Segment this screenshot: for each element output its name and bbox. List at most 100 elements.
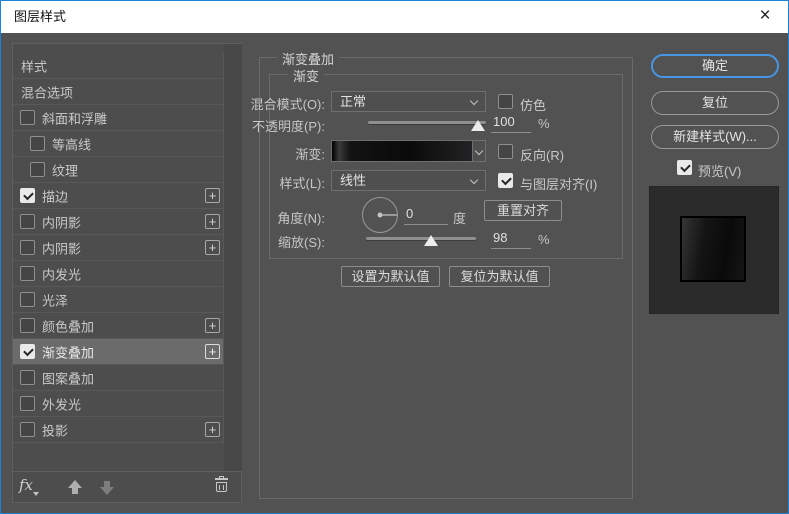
sidebar-item-label: 等高线 [52, 137, 92, 152]
close-icon: × [759, 5, 771, 26]
reset-alignment-button[interactable]: 重置对齐 [484, 200, 562, 221]
move-effect-up-button[interactable] [67, 480, 83, 495]
checkbox[interactable] [20, 318, 35, 333]
fx-menu-caret-icon [33, 492, 39, 496]
sidebar-item-label: 投影 [42, 423, 69, 438]
checkbox[interactable] [30, 136, 45, 151]
plus-icon: + [208, 240, 217, 255]
ok-button[interactable]: 确定 [651, 54, 779, 78]
checkbox[interactable] [30, 162, 45, 177]
reset-to-default-button[interactable]: 复位为默认值 [449, 266, 550, 287]
sidebar-item-label: 纹理 [52, 163, 79, 178]
gradient-picker[interactable] [331, 140, 486, 162]
sidebar-item-inner-shadow-1[interactable]: 内阴影 + [13, 209, 223, 235]
angle-label: 角度(N): [277, 211, 325, 226]
add-effect-button[interactable]: + [205, 240, 220, 255]
blend-mode-select[interactable]: 正常 [331, 91, 486, 112]
chevron-down-icon [474, 146, 484, 156]
sidebar-item-color-overlay[interactable]: 颜色叠加 + [13, 313, 223, 339]
scale-value[interactable]: 98 [491, 230, 531, 249]
sidebar-item-label: 光泽 [42, 293, 69, 308]
make-default-button[interactable]: 设置为默认值 [341, 266, 440, 287]
scale-slider[interactable] [366, 237, 476, 240]
checkbox[interactable] [20, 214, 35, 229]
sidebar-item-inner-shadow-2[interactable]: 内阴影 + [13, 235, 223, 261]
sidebar-item-label: 斜面和浮雕 [42, 111, 108, 126]
sidebar-item-label: 渐变叠加 [42, 345, 95, 360]
checkbox[interactable] [20, 396, 35, 411]
gradient-dropdown[interactable] [472, 141, 485, 161]
checkbox[interactable] [20, 292, 35, 307]
sidebar-item-gradient-overlay[interactable]: 渐变叠加 + [13, 339, 223, 365]
checkbox[interactable] [20, 110, 35, 125]
opacity-label: 不透明度(P): [252, 119, 325, 134]
reset-button[interactable]: 复位 [651, 91, 779, 115]
angle-dial[interactable] [362, 197, 398, 233]
add-effect-button[interactable]: + [205, 188, 220, 203]
checkbox[interactable] [20, 344, 35, 359]
sidebar-item-contour[interactable]: 等高线 [13, 131, 223, 157]
sidebar-item-label: 外发光 [42, 397, 82, 412]
preview-label: 预览(V) [698, 164, 742, 179]
sidebar-item-bevel-emboss[interactable]: 斜面和浮雕 [13, 105, 223, 131]
opacity-slider-thumb[interactable] [471, 120, 485, 131]
new-style-button[interactable]: 新建样式(W)... [651, 125, 779, 149]
sidebar-item-label: 内阴影 [42, 215, 82, 230]
sidebar-item-stroke[interactable]: 描边 + [13, 183, 223, 209]
delete-effect-button[interactable] [215, 476, 229, 493]
sidebar-item-blending-options[interactable]: 混合选项 [13, 79, 223, 105]
styles-list-gutter [224, 44, 242, 471]
plus-icon: + [208, 214, 217, 229]
scale-slider-thumb[interactable] [424, 235, 438, 246]
preview-checkbox[interactable] [677, 160, 692, 175]
style-label: 样式(L): [279, 176, 325, 191]
style-select[interactable]: 线性 [331, 170, 486, 191]
checkbox[interactable] [20, 240, 35, 255]
align-with-layer-label: 与图层对齐(I) [520, 177, 598, 192]
opacity-slider[interactable] [368, 121, 486, 124]
arrow-up-icon [68, 480, 82, 488]
add-effect-button[interactable]: + [205, 318, 220, 333]
opacity-unit: % [538, 116, 550, 131]
reverse-label: 反向(R) [520, 148, 565, 163]
preview-swatch [680, 216, 746, 282]
scale-label: 缩放(S): [278, 235, 325, 250]
checkbox[interactable] [20, 422, 35, 437]
checkbox[interactable] [20, 370, 35, 385]
checkbox[interactable] [20, 188, 35, 203]
sidebar-item-drop-shadow[interactable]: 投影 + [13, 417, 223, 443]
close-button[interactable]: × [742, 1, 788, 33]
move-effect-down-button[interactable] [99, 480, 115, 495]
opacity-value[interactable]: 100 [491, 114, 531, 133]
add-effect-button[interactable]: + [205, 422, 220, 437]
add-effect-button[interactable]: + [205, 344, 220, 359]
align-with-layer-checkbox[interactable] [498, 173, 513, 188]
angle-dial-dot [377, 212, 383, 218]
gradient-label: 渐变: [295, 147, 325, 162]
add-effect-button[interactable]: + [205, 214, 220, 229]
chevron-down-icon [469, 96, 479, 106]
sidebar-item-inner-glow[interactable]: 内发光 [13, 261, 223, 287]
angle-value[interactable]: 0 [404, 206, 448, 225]
sidebar-item-outer-glow[interactable]: 外发光 [13, 391, 223, 417]
trash-lid [215, 478, 228, 480]
plus-icon: + [208, 318, 217, 333]
sidebar-item-texture[interactable]: 纹理 [13, 157, 223, 183]
checkbox[interactable] [20, 266, 35, 281]
scale-unit: % [538, 232, 550, 247]
blend-mode-value: 正常 [340, 94, 367, 109]
reverse-checkbox[interactable] [498, 144, 513, 159]
plus-icon: + [208, 422, 217, 437]
titlebar: 图层样式 × [1, 1, 788, 33]
dither-checkbox[interactable] [498, 94, 513, 109]
styles-list-footer: fx [13, 471, 241, 502]
sidebar-item-label: 颜色叠加 [42, 319, 95, 334]
sidebar-item-satin[interactable]: 光泽 [13, 287, 223, 313]
sidebar-item-styles[interactable]: 样式 [13, 53, 223, 79]
plus-icon: + [208, 344, 217, 359]
arrow-up-stem [72, 488, 78, 494]
layer-style-dialog: 图层样式 × 样式 混合选项 斜面和浮雕 等高线 纹理 描边 + 内阴影 + 内… [0, 0, 789, 514]
trash-body [216, 482, 227, 492]
fx-menu-button[interactable]: fx [19, 476, 33, 494]
sidebar-item-pattern-overlay[interactable]: 图案叠加 [13, 365, 223, 391]
